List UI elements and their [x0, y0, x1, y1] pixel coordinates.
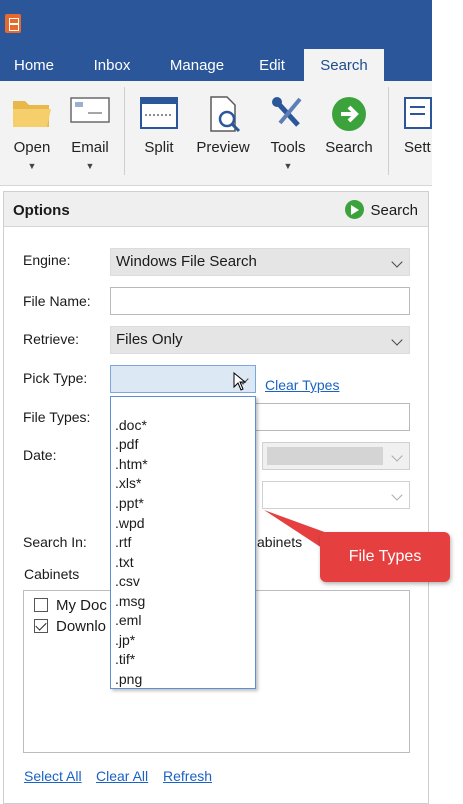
cabinets-label: Cabinets: [24, 566, 80, 582]
file-type-option[interactable]: .txt: [115, 554, 134, 570]
preview-icon: [210, 96, 241, 133]
email-dropdown-icon: ▼: [85, 161, 95, 171]
ribbon-separator: [388, 87, 389, 175]
clear-types-link[interactable]: Clear Types: [265, 377, 339, 393]
select-all-link[interactable]: Select All: [24, 768, 82, 784]
engine-select[interactable]: Windows File Search: [110, 248, 410, 276]
retrieve-label: Retrieve:: [23, 331, 80, 347]
cabinet-item[interactable]: My Doc: [34, 597, 107, 614]
settings-label: Sett: [404, 139, 431, 156]
cabinet-label: Downlo: [56, 618, 107, 635]
settings-button[interactable]: Sett: [398, 81, 432, 181]
split-button[interactable]: Split: [132, 81, 186, 181]
ribbon-tab-bar: Home Inbox Manage Edit Search: [0, 49, 432, 81]
file-type-option[interactable]: .wpd: [115, 515, 145, 531]
file-type-option[interactable]: .jp*: [115, 632, 135, 648]
file-type-option[interactable]: .msg: [115, 593, 145, 609]
search-in-label: Search In:: [23, 534, 87, 550]
pick-type-dropdown-list: .doc* .pdf .htm* .xls* .ppt* .wpd .rtf .…: [110, 396, 256, 689]
file-type-option[interactable]: .csv: [115, 573, 140, 589]
file-name-input[interactable]: [110, 287, 410, 315]
ribbon: Open ▼ Email ▼ Split Preview Tools ▼ Sea…: [0, 81, 432, 186]
tab-search[interactable]: Search: [304, 49, 384, 81]
chevron-down-icon: [391, 450, 403, 462]
tools-button[interactable]: Tools ▼: [260, 81, 316, 181]
refresh-link[interactable]: Refresh: [163, 768, 212, 784]
tab-home[interactable]: Home: [0, 49, 68, 81]
options-title: Options: [13, 202, 70, 219]
file-types-label: File Types:: [23, 409, 91, 425]
file-type-option[interactable]: .eml: [115, 612, 141, 628]
tools-dropdown-icon: ▼: [283, 161, 293, 171]
tools-label: Tools: [270, 139, 306, 156]
checkbox[interactable]: [34, 619, 48, 633]
retrieve-value: Files Only: [116, 331, 183, 348]
search-ribbon-button[interactable]: Search: [320, 81, 378, 181]
email-button[interactable]: Email ▼: [62, 81, 118, 181]
options-search-button[interactable]: Search: [345, 200, 418, 220]
cabinet-label: My Doc: [56, 597, 107, 614]
split-icon: [140, 97, 178, 129]
file-types-callout: File Types: [320, 532, 450, 582]
engine-value: Windows File Search: [116, 253, 257, 270]
options-search-label: Search: [370, 202, 418, 219]
file-type-option[interactable]: .rtf: [115, 534, 131, 550]
search-go-icon: [345, 200, 365, 219]
date-range-value: [267, 447, 383, 465]
title-bar: [0, 0, 432, 49]
preview-button[interactable]: Preview: [192, 81, 254, 181]
file-type-option[interactable]: .tif*: [115, 651, 135, 667]
tab-inbox[interactable]: Inbox: [78, 49, 146, 81]
engine-label: Engine:: [23, 252, 71, 268]
tab-manage[interactable]: Manage: [158, 49, 236, 81]
chevron-down-icon: [391, 334, 403, 346]
split-label: Split: [144, 139, 174, 156]
folder-icon: [13, 101, 51, 127]
mouse-cursor-icon: [233, 372, 247, 391]
settings-icon: [404, 97, 432, 129]
envelope-icon: [70, 97, 110, 123]
chevron-down-icon: [391, 489, 403, 501]
file-type-option[interactable]: .htm*: [115, 456, 148, 472]
search-ribbon-label: Search: [325, 139, 373, 156]
tools-icon: [272, 97, 302, 127]
date-label: Date:: [23, 447, 57, 463]
file-type-option[interactable]: .pdf: [115, 436, 138, 452]
date-range-select[interactable]: [262, 442, 410, 470]
app-icon[interactable]: [5, 14, 21, 33]
file-type-option[interactable]: .png: [115, 671, 142, 687]
date-period-select[interactable]: [262, 481, 410, 509]
tab-edit[interactable]: Edit: [244, 49, 300, 81]
file-type-option[interactable]: .xls*: [115, 475, 141, 491]
chevron-down-icon: [391, 256, 403, 268]
checkbox[interactable]: [34, 598, 48, 612]
preview-label: Preview: [196, 139, 250, 156]
open-label: Open: [13, 139, 51, 156]
options-header: Options Search: [4, 192, 428, 227]
open-dropdown-icon: ▼: [27, 161, 37, 171]
email-label: Email: [71, 139, 109, 156]
search-go-icon: [332, 97, 366, 131]
pick-type-label: Pick Type:: [23, 370, 88, 386]
open-button[interactable]: Open ▼: [4, 81, 60, 181]
retrieve-select[interactable]: Files Only: [110, 326, 410, 354]
file-name-label: File Name:: [23, 293, 91, 309]
file-type-option[interactable]: .doc*: [115, 417, 147, 433]
cabinet-item[interactable]: Downlo: [34, 618, 106, 635]
file-type-option[interactable]: .ppt*: [115, 495, 144, 511]
clear-all-link[interactable]: Clear All: [96, 768, 148, 784]
ribbon-separator: [124, 87, 125, 175]
